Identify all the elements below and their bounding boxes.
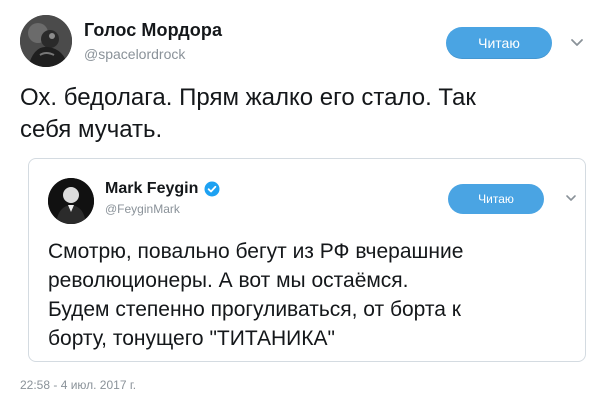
follow-button[interactable]: Читаю <box>448 184 544 214</box>
tweet-text: Ох. бедолага. Прям жалко его стало. Так … <box>20 84 476 143</box>
avatar[interactable] <box>48 178 94 224</box>
verified-badge-icon <box>204 181 220 197</box>
user-avatar-photo-icon <box>48 178 94 224</box>
quoted-tweet-text: Смотрю, повально бегут из РФ вчерашние р… <box>48 240 464 350</box>
tweet-screenshot: Голос Мордора @spacelordrock Читаю Ох. б… <box>0 0 616 407</box>
avatar[interactable] <box>20 15 72 67</box>
chevron-down-icon[interactable] <box>568 34 586 52</box>
quoted-author-handle[interactable]: @FeyginMark <box>105 202 180 216</box>
follow-button[interactable]: Читаю <box>446 27 552 59</box>
chevron-down-icon[interactable] <box>564 191 578 205</box>
quoted-author-name[interactable]: Mark Feygin <box>105 180 198 198</box>
quoted-author-name-row: Mark Feygin <box>105 180 220 198</box>
quoted-tweet-card[interactable]: Mark Feygin @FeyginMark Читаю Смотрю, по… <box>28 158 586 362</box>
tweet-timestamp[interactable]: 22:58 - 4 июл. 2017 г. <box>20 378 136 392</box>
author-name[interactable]: Голос Мордора <box>84 20 222 41</box>
user-avatar-photo-icon <box>20 15 72 67</box>
author-handle[interactable]: @spacelordrock <box>84 46 185 62</box>
